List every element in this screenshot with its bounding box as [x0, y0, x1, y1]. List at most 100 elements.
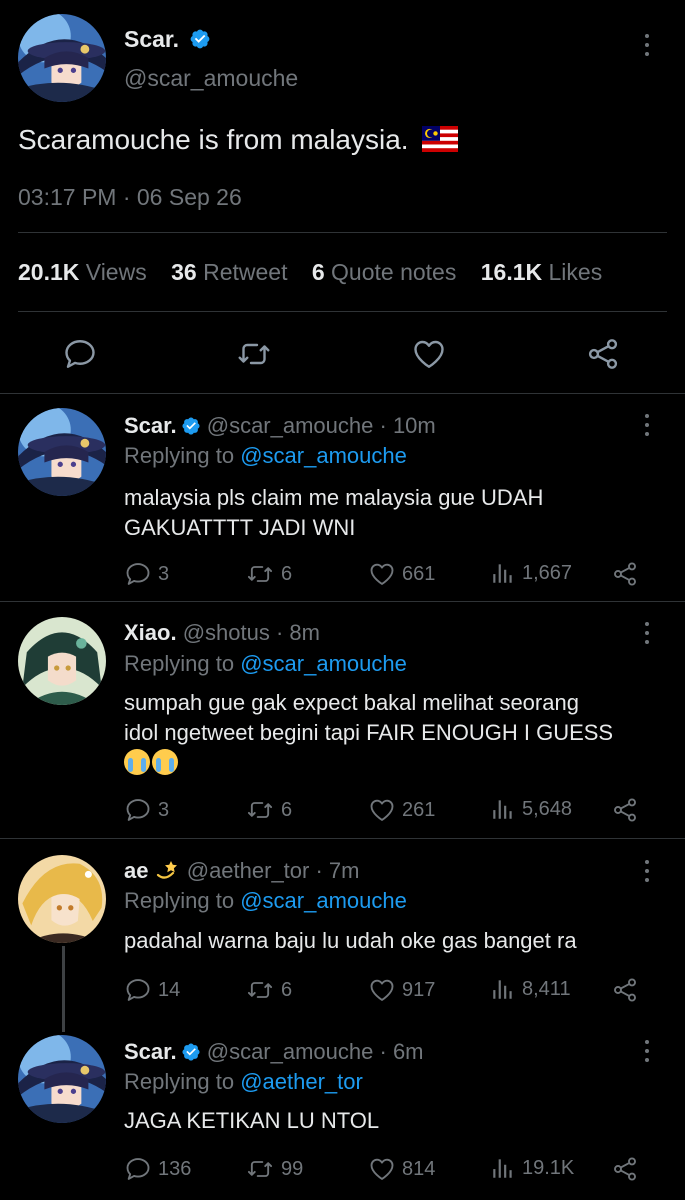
like-button[interactable]: 261 — [368, 796, 435, 824]
like-icon[interactable] — [411, 336, 447, 372]
likes-stat[interactable]: 16.1K Likes — [481, 259, 602, 285]
mention-link[interactable]: @scar_amouche — [240, 443, 407, 468]
verified-badge-icon — [189, 28, 211, 50]
retweet-icon — [245, 976, 275, 1004]
verified-badge-icon — [181, 1042, 201, 1062]
display-name[interactable]: Scar. — [124, 1039, 177, 1064]
reply-handle[interactable]: @scar_amouche — [207, 413, 374, 438]
divider — [18, 232, 667, 233]
reply-handle[interactable]: @shotus — [183, 620, 270, 645]
quotes-stat[interactable]: 6 Quote notes — [312, 259, 457, 285]
reply-text: padahal warna baju lu udah oke gas bange… — [124, 928, 577, 953]
reply-text: JAGA KETIKAN LU NTOL — [124, 1108, 380, 1133]
reply-handle[interactable]: @scar_amouche — [207, 1039, 374, 1064]
reply-icon — [124, 1155, 152, 1183]
share-icon — [611, 976, 639, 1004]
reply-time: · 7m — [315, 858, 360, 883]
display-name[interactable]: Scar. — [124, 413, 177, 438]
retweet-button[interactable]: 6 — [245, 560, 292, 588]
retweet-button[interactable]: 99 — [245, 1155, 303, 1183]
views-button[interactable]: 8,411 — [490, 976, 571, 1002]
reply-button[interactable]: 3 — [124, 560, 169, 588]
reply-time: · 6m — [379, 1039, 424, 1064]
divider — [0, 393, 685, 394]
reply-text: malaysia pls claim me malaysia gue UDAH … — [124, 485, 544, 540]
views-button[interactable]: 19.1K — [490, 1155, 574, 1181]
emoji-row — [124, 748, 613, 778]
tweet-stats: 20.1K Views 36 Retweet 6 Quote notes 16.… — [18, 259, 602, 286]
reply-icon — [124, 976, 152, 1004]
views-icon — [490, 560, 516, 586]
reply-header: Scar. @scar_amouche · 10m — [124, 413, 436, 439]
like-button[interactable]: 661 — [368, 560, 435, 588]
views-button[interactable]: 1,667 — [490, 560, 572, 586]
more-options-icon[interactable] — [641, 1036, 653, 1066]
views-icon — [490, 976, 516, 1002]
reply-header: Scar. @scar_amouche · 6m — [124, 1039, 424, 1065]
reply-header: Xiao. @shotus · 8m — [124, 620, 320, 646]
more-options-icon[interactable] — [641, 410, 653, 440]
display-name[interactable]: Scar. — [124, 26, 179, 52]
loudly-crying-face-icon — [152, 749, 178, 775]
avatar[interactable] — [18, 1035, 106, 1123]
views-button[interactable]: 5,648 — [490, 796, 572, 822]
retweet-button[interactable]: 6 — [245, 796, 292, 824]
mention-link[interactable]: @aether_tor — [240, 1069, 363, 1094]
more-options-icon[interactable] — [641, 618, 653, 648]
reply-time: · 8m — [275, 620, 320, 645]
display-name[interactable]: Xiao. — [124, 620, 177, 645]
share-icon[interactable] — [585, 336, 621, 372]
like-button[interactable]: 917 — [368, 976, 435, 1004]
mention-link[interactable]: @scar_amouche — [240, 888, 407, 913]
reply-text: sumpah gue gak expect bakal melihat seor… — [124, 688, 613, 778]
share-icon — [611, 1155, 639, 1183]
tweet-text-row: Scaramouche is from malaysia. — [18, 124, 459, 156]
more-options-icon[interactable] — [641, 856, 653, 886]
reply-header: ae @aether_tor · 7m — [124, 858, 359, 884]
thread-connector-line — [62, 946, 65, 1032]
mention-link[interactable]: @scar_amouche — [240, 651, 407, 676]
display-name[interactable]: ae — [124, 858, 148, 883]
retweet-icon[interactable] — [235, 336, 273, 372]
verified-badge-icon — [181, 416, 201, 436]
retweet-icon — [245, 1155, 275, 1183]
views-icon — [490, 1155, 516, 1181]
retweet-button[interactable]: 6 — [245, 976, 292, 1004]
author-name-row: Scar. — [124, 26, 211, 53]
views-stat[interactable]: 20.1K Views — [18, 259, 147, 285]
reply-time: · 10m — [379, 413, 436, 438]
retweets-stat[interactable]: 36 Retweet — [171, 259, 287, 285]
reply-handle[interactable]: @aether_tor — [187, 858, 310, 883]
avatar[interactable] — [18, 617, 106, 705]
reply-icon — [124, 796, 152, 824]
views-icon — [490, 796, 516, 822]
like-button[interactable]: 814 — [368, 1155, 435, 1183]
loudly-crying-face-icon — [124, 749, 150, 775]
share-button[interactable] — [611, 1155, 645, 1183]
reply-icon — [124, 560, 152, 588]
avatar[interactable] — [18, 408, 106, 496]
retweet-icon — [245, 796, 275, 824]
tweet-text: Scaramouche is from malaysia. — [18, 124, 409, 155]
dizzy-emoji-icon — [156, 861, 177, 879]
tweet-timestamp[interactable]: 03:17 PM · 06 Sep 26 — [18, 184, 242, 211]
more-options-icon[interactable] — [641, 30, 653, 60]
share-icon — [611, 560, 639, 588]
like-icon — [368, 976, 396, 1004]
avatar[interactable] — [18, 14, 106, 102]
divider — [0, 838, 685, 839]
reply-button[interactable]: 3 — [124, 796, 169, 824]
replying-to: Replying to @scar_amouche — [124, 443, 407, 468]
avatar[interactable] — [18, 855, 106, 943]
reply-icon[interactable] — [62, 336, 98, 372]
like-icon — [368, 796, 396, 824]
replying-to: Replying to @aether_tor — [124, 1069, 363, 1094]
replying-to: Replying to @scar_amouche — [124, 888, 407, 913]
author-handle[interactable]: @scar_amouche — [124, 65, 298, 92]
share-button[interactable] — [611, 796, 645, 824]
share-button[interactable] — [611, 560, 645, 588]
like-icon — [368, 560, 396, 588]
reply-button[interactable]: 136 — [124, 1155, 191, 1183]
share-button[interactable] — [611, 976, 645, 1004]
reply-button[interactable]: 14 — [124, 976, 180, 1004]
